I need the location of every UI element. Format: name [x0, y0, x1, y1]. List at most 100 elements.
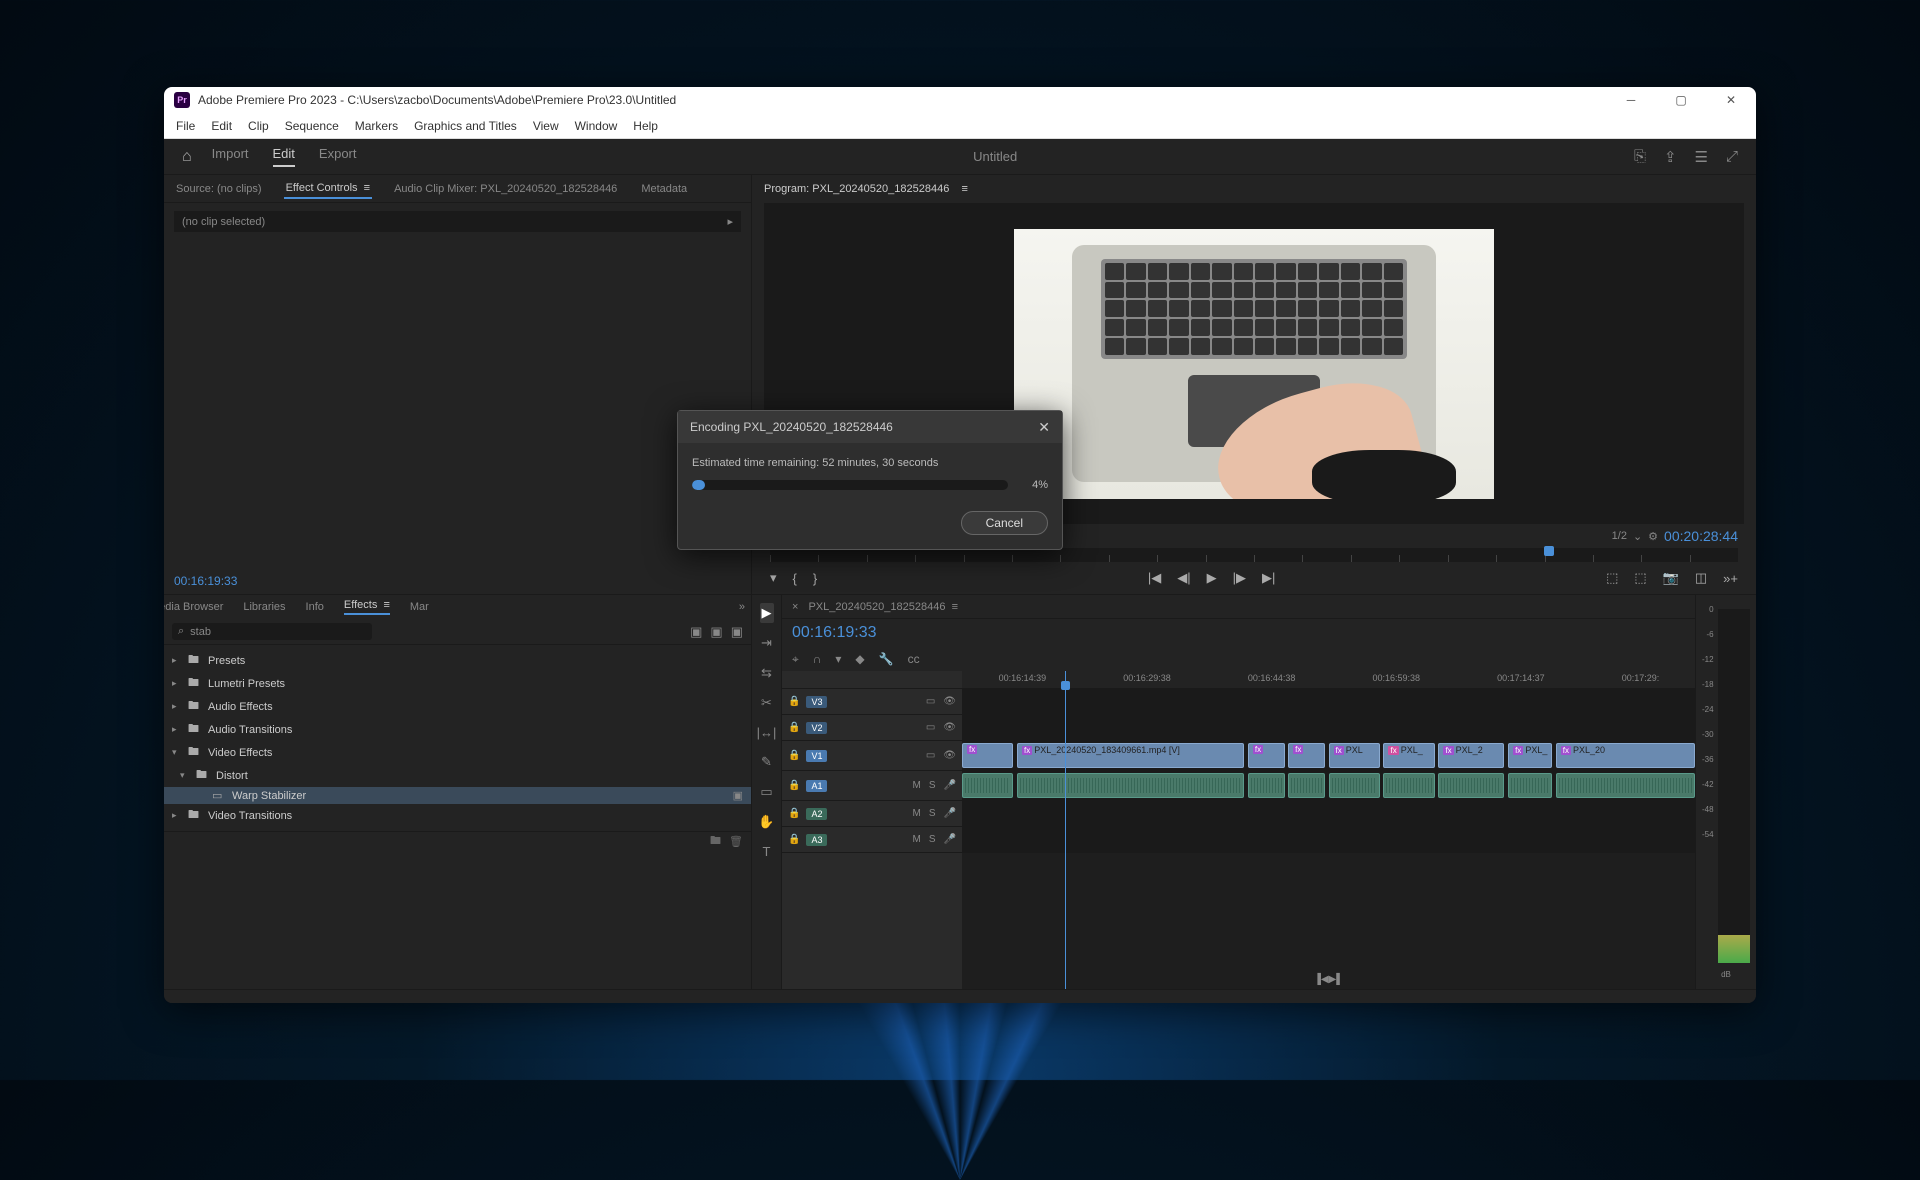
mark-out-icon[interactable]: } [813, 571, 817, 586]
video-clip[interactable]: fxPXL_20 [1556, 743, 1695, 768]
video-clip[interactable]: fxPXL_ [1508, 743, 1552, 768]
effect-controls-timecode[interactable]: 00:16:19:33 [174, 574, 237, 588]
expand-icon[interactable]: ▸ [172, 678, 182, 689]
video-clip[interactable]: fxPXL [1329, 743, 1380, 768]
lane-a2[interactable] [962, 801, 1695, 827]
go-to-out-icon[interactable]: ▶| [1262, 570, 1275, 586]
audio-clip[interactable] [962, 773, 1013, 798]
maximize-button[interactable]: ▢ [1666, 93, 1696, 107]
close-button[interactable]: ✕ [1716, 93, 1746, 107]
expand-icon[interactable]: ▸ [172, 810, 182, 821]
audio-clip[interactable] [1508, 773, 1552, 798]
new-bin-icon[interactable]: 🖿 [710, 832, 721, 851]
video-clip[interactable]: fx [1248, 743, 1285, 768]
quick-export-icon[interactable]: ⎘ [1634, 148, 1646, 166]
menu-graphics[interactable]: Graphics and Titles [414, 119, 517, 133]
timeline-ruler[interactable]: 00:16:14:39 00:16:29:38 00:16:44:38 00:1… [962, 671, 1695, 689]
program-timecode[interactable]: 00:20:28:44 [1664, 528, 1738, 544]
zoom-level[interactable]: 1/2 [1612, 530, 1627, 542]
menu-clip[interactable]: Clip [248, 119, 269, 133]
video-clip[interactable]: fxPXL_2 [1438, 743, 1504, 768]
tree-row-distort[interactable]: ▾🖿Distort [164, 764, 751, 787]
program-tab[interactable]: Program: PXL_20240520_182528446 ≡ [764, 183, 968, 195]
slip-tool-icon[interactable]: |↔| [755, 723, 779, 742]
add-marker-icon[interactable]: ▾ [770, 570, 777, 586]
tab-source[interactable]: Source: (no clips) [174, 180, 264, 198]
lane-a3[interactable] [962, 827, 1695, 853]
caption-icon[interactable]: cc [908, 652, 920, 666]
track-header-a2[interactable]: 🔒A2MS🎤 [782, 801, 962, 827]
fx-yuv-icon[interactable]: ▣ [731, 624, 743, 640]
zoom-handle-icon[interactable]: ▐◀▶▌ [1314, 974, 1344, 985]
timeline-tracks[interactable]: 00:16:14:39 00:16:29:38 00:16:44:38 00:1… [962, 671, 1695, 989]
lift-icon[interactable]: ⬚ [1606, 570, 1618, 586]
sequence-tab[interactable]: PXL_20240520_182528446 ≡ [808, 601, 958, 613]
linked-selection-icon[interactable]: ∩ [813, 652, 822, 666]
program-ruler[interactable] [770, 548, 1738, 562]
ws-tab-edit[interactable]: Edit [273, 146, 295, 167]
tree-row-lumetri[interactable]: ▸🖿Lumetri Presets [164, 672, 751, 695]
lane-v3[interactable] [962, 689, 1695, 715]
track-eye-icon[interactable]: 👁 [943, 696, 956, 707]
tab-audio-mixer[interactable]: Audio Clip Mixer: PXL_20240520_182528446 [392, 180, 619, 198]
tree-row-warp-stabilizer[interactable]: ▭Warp Stabilizer▣ [164, 787, 751, 804]
menu-markers[interactable]: Markers [355, 119, 398, 133]
type-tool-icon[interactable]: T [761, 842, 773, 861]
go-to-in-icon[interactable]: |◀ [1148, 570, 1161, 586]
settings-icon[interactable]: ⚙ [1648, 530, 1658, 543]
tree-row-video-effects[interactable]: ▾🖿Video Effects [164, 741, 751, 764]
ws-tab-import[interactable]: Import [212, 146, 249, 167]
ws-tab-export[interactable]: Export [319, 146, 357, 167]
expand-icon[interactable]: ▸ [172, 655, 182, 666]
track-output-icon[interactable]: ▭ [926, 722, 935, 733]
ripple-tool-icon[interactable]: ⇆ [759, 663, 774, 683]
tree-row-video-transitions[interactable]: ▸🖿Video Transitions [164, 804, 751, 827]
menu-window[interactable]: Window [575, 119, 618, 133]
track-header-v1[interactable]: 🔒V1▭👁 [782, 741, 962, 771]
snap-icon[interactable]: ⌖ [792, 652, 799, 667]
panel-menu-icon[interactable]: ▸ [727, 215, 733, 228]
expand-icon[interactable]: ▸ [172, 701, 182, 712]
expand-icon[interactable]: ▸ [172, 724, 182, 735]
marker-icon[interactable]: ▾ [835, 652, 841, 666]
audio-clip[interactable] [1329, 773, 1380, 798]
step-back-icon[interactable]: ◀| [1177, 570, 1190, 586]
settings-icon[interactable]: 🔧 [879, 652, 894, 666]
track-header-v2[interactable]: 🔒V2▭👁 [782, 715, 962, 741]
collapse-icon[interactable]: ▾ [180, 770, 190, 781]
audio-clip[interactable] [1438, 773, 1504, 798]
audio-clip[interactable] [1288, 773, 1325, 798]
video-clip[interactable]: fx [1288, 743, 1325, 768]
track-output-icon[interactable]: ▭ [926, 750, 935, 761]
video-clip[interactable]: fxPXL_ [1383, 743, 1434, 768]
audio-clip[interactable] [1248, 773, 1285, 798]
button-editor-icon[interactable]: »+ [1723, 571, 1738, 586]
menu-edit[interactable]: Edit [211, 119, 232, 133]
fx-badge-icon[interactable]: ▣ [690, 624, 702, 640]
track-output-icon[interactable]: ▭ [926, 696, 935, 707]
lane-v2[interactable] [962, 715, 1695, 741]
dialog-close-icon[interactable]: ✕ [1038, 419, 1050, 436]
track-eye-icon[interactable]: 👁 [943, 750, 956, 761]
fullscreen-icon[interactable]: ⤢ [1726, 148, 1738, 166]
comparison-icon[interactable]: ◫ [1695, 570, 1707, 586]
tree-row-audio-transitions[interactable]: ▸🖿Audio Transitions [164, 718, 751, 741]
tab-libraries[interactable]: Libraries [243, 601, 285, 613]
extract-icon[interactable]: ⬚ [1634, 570, 1646, 586]
lane-v1[interactable]: fx fxPXL_20240520_183409661.mp4 [V] fx f… [962, 741, 1695, 771]
zoom-dropdown-icon[interactable]: ⌄ [1633, 530, 1642, 543]
minimize-button[interactable]: ─ [1616, 93, 1646, 107]
menu-view[interactable]: View [533, 119, 559, 133]
effects-search-input[interactable] [190, 626, 366, 638]
track-select-tool-icon[interactable]: ⇥ [759, 633, 774, 653]
tab-media-browser[interactable]: Media Browser [164, 601, 223, 613]
tab-effects[interactable]: Effects ≡ [344, 599, 390, 615]
mic-icon[interactable]: 🎤 [944, 834, 956, 845]
tab-markers[interactable]: Mar [410, 601, 429, 613]
rectangle-tool-icon[interactable]: ▭ [758, 782, 774, 802]
cancel-button[interactable]: Cancel [961, 511, 1048, 535]
play-button[interactable]: ▶ [1207, 570, 1217, 586]
razor-tool-icon[interactable]: ✂ [759, 693, 774, 713]
track-header-v3[interactable]: 🔒V3▭👁 [782, 689, 962, 715]
audio-clip[interactable] [1556, 773, 1695, 798]
